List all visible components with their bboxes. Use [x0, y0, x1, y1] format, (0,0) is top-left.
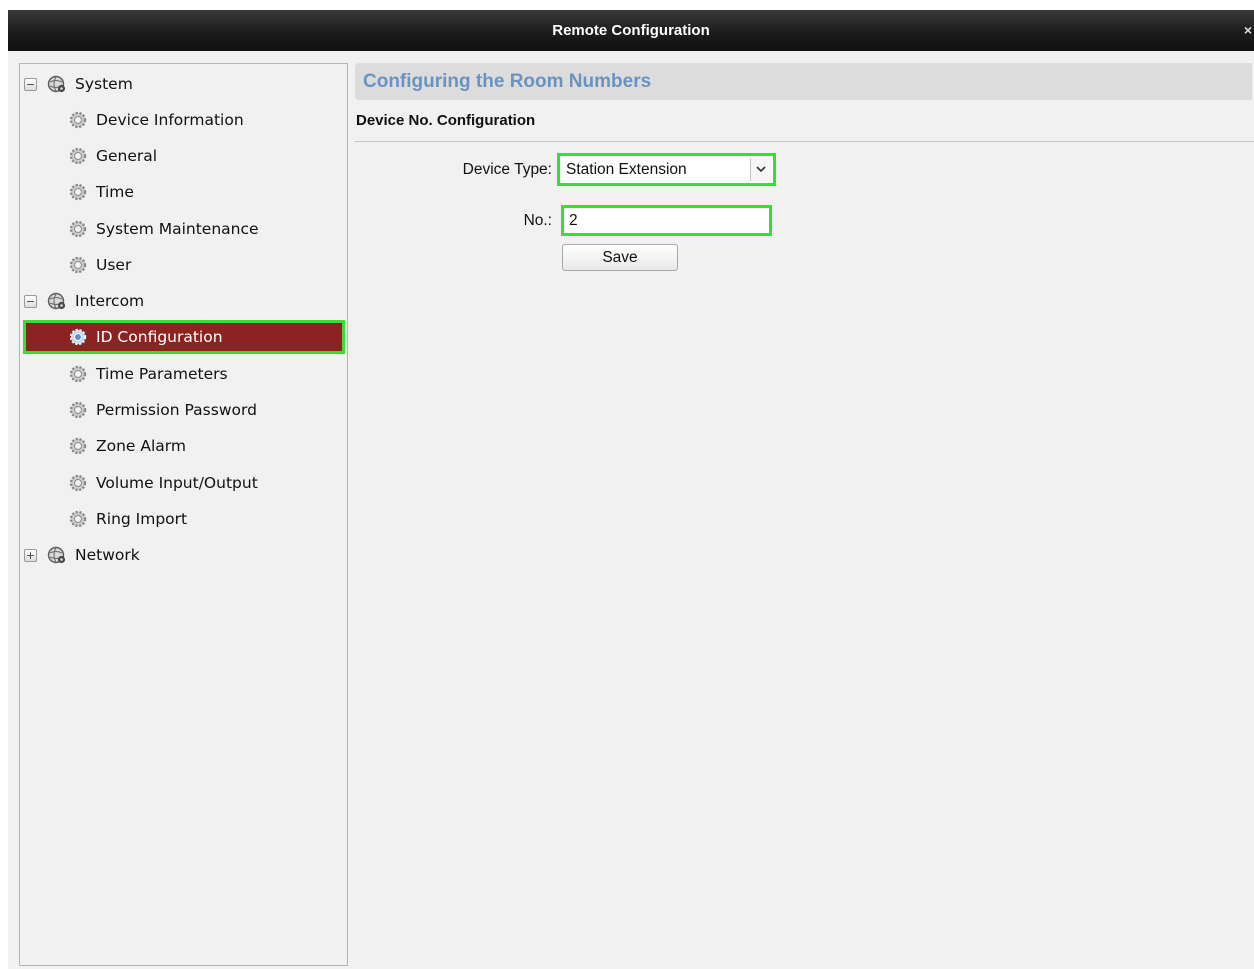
globe-gear-icon: [47, 292, 66, 310]
close-icon[interactable]: ×: [1242, 20, 1252, 40]
title-bar: Remote Configuration ×: [8, 10, 1254, 51]
page-header: Configuring the Room Numbers: [355, 63, 1252, 100]
tree-item-label: System Maintenance: [96, 220, 259, 238]
gear-icon: [69, 328, 87, 346]
divider: [355, 141, 1254, 142]
tree-item-zone-alarm[interactable]: Zone Alarm: [20, 431, 345, 461]
tree-item-label: Zone Alarm: [96, 437, 186, 455]
device-type-select[interactable]: Station Extension: [557, 153, 776, 186]
tree-item-time-parameters[interactable]: Time Parameters: [20, 359, 345, 389]
config-tree: − System Device Information General Time…: [19, 63, 348, 966]
main-panel: Configuring the Room Numbers Device No. …: [355, 63, 1254, 966]
collapse-system-icon[interactable]: −: [24, 77, 37, 91]
tree-item-ring-import[interactable]: Ring Import: [20, 504, 345, 534]
tree-item-system-maintenance[interactable]: System Maintenance: [20, 214, 345, 244]
gear-icon: [69, 401, 87, 419]
remote-configuration-window: Remote Configuration × − System Device I…: [8, 10, 1254, 969]
tree-item-id-configuration[interactable]: ID Configuration: [23, 320, 345, 354]
tree-item-label: Time: [96, 183, 134, 201]
gear-icon: [69, 183, 87, 201]
tree-node-system[interactable]: − System: [20, 69, 345, 99]
expand-network-icon[interactable]: +: [24, 548, 37, 562]
page-title: Configuring the Room Numbers: [363, 71, 652, 92]
tree-node-system-label: System: [75, 75, 133, 93]
device-type-value: Station Extension: [566, 161, 687, 178]
number-field[interactable]: 2: [561, 205, 772, 236]
tree-item-label: User: [96, 256, 132, 274]
number-label: No.:: [523, 212, 552, 229]
tree-item-time[interactable]: Time: [20, 177, 345, 207]
gear-icon: [69, 474, 87, 492]
tree-item-user[interactable]: User: [20, 250, 345, 280]
gear-icon: [69, 111, 87, 129]
gear-icon: [69, 256, 87, 274]
tree-item-label: General: [96, 147, 158, 165]
tree-item-general[interactable]: General: [20, 141, 345, 171]
section-title: Device No. Configuration: [356, 112, 536, 129]
tree-item-volume-input-output[interactable]: Volume Input/Output: [20, 468, 345, 498]
tree-item-device-information[interactable]: Device Information: [20, 105, 345, 135]
tree-item-label: ID Configuration: [96, 328, 223, 346]
tree-item-label: Time Parameters: [96, 365, 228, 383]
tree-node-intercom[interactable]: − Intercom: [20, 286, 345, 316]
tree-item-label: Ring Import: [96, 510, 188, 528]
collapse-intercom-icon[interactable]: −: [24, 294, 37, 308]
tree-item-label: Permission Password: [96, 401, 257, 419]
gear-icon: [69, 365, 87, 383]
save-button[interactable]: Save: [562, 244, 678, 271]
tree-item-permission-password[interactable]: Permission Password: [20, 395, 345, 425]
window-title: Remote Configuration: [552, 22, 710, 39]
gear-icon: [69, 510, 87, 528]
gear-icon: [69, 437, 87, 455]
gear-icon: [69, 147, 87, 165]
chevron-down-icon[interactable]: [750, 158, 771, 181]
tree-node-intercom-label: Intercom: [75, 292, 145, 310]
tree-node-network-label: Network: [75, 546, 140, 564]
globe-gear-icon: [47, 75, 66, 93]
tree-item-label: Volume Input/Output: [96, 474, 258, 492]
device-type-label: Device Type:: [462, 161, 552, 178]
gear-icon: [69, 220, 87, 238]
tree-item-label: Device Information: [96, 111, 244, 129]
globe-gear-icon: [47, 546, 66, 564]
tree-node-network[interactable]: + Network: [20, 540, 345, 570]
